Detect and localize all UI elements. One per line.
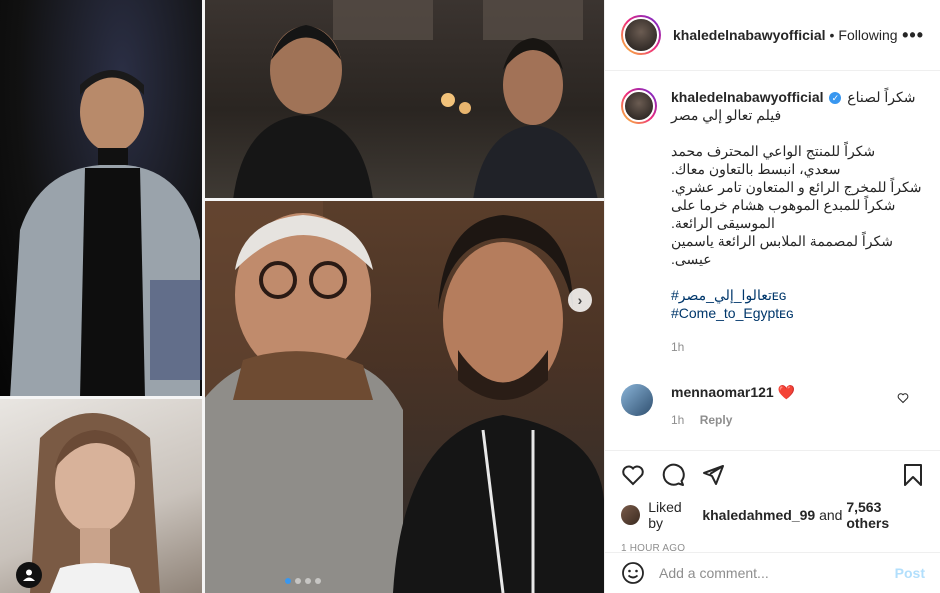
bookmark-icon[interactable]	[901, 463, 925, 487]
verified-badge-icon: ✓	[829, 92, 842, 105]
commenter-avatar[interactable]	[621, 384, 653, 416]
carousel-dot	[285, 578, 291, 584]
carousel-dot	[305, 578, 311, 584]
commenter-username[interactable]: mennaomar121	[671, 384, 774, 400]
comment-input[interactable]	[659, 565, 869, 581]
carousel-dot	[295, 578, 301, 584]
caption-time[interactable]: 1h	[671, 338, 925, 356]
red-heart-emoji: ❤️	[777, 384, 796, 400]
share-icon[interactable]	[701, 463, 725, 487]
likes-prefix: Liked by	[648, 499, 682, 531]
following-button[interactable]: Following	[838, 27, 897, 43]
carousel-dot	[315, 578, 321, 584]
comment-like-icon[interactable]	[897, 392, 909, 407]
photo-two-men-talking	[203, 0, 604, 200]
user-icon	[23, 569, 35, 581]
hashtag-link[interactable]: #Come_to_Egyptᴇɢ	[671, 304, 925, 322]
avatar[interactable]	[621, 15, 661, 55]
hashtag-link[interactable]: #تعالوا_إلي_مصرᴇɢ	[671, 286, 925, 304]
likes-count[interactable]: 7,563 others	[846, 499, 925, 531]
caption-paragraph: شكراً للمنتج الواعي المحترف محمد سعدي، ا…	[671, 142, 925, 268]
comment-time[interactable]: 1h	[671, 413, 684, 427]
separator-dot: •	[829, 27, 835, 43]
likes-and: and	[819, 507, 843, 523]
post-header: khaledelnabawyofficial • Following •••	[605, 0, 940, 71]
caption-line: شكراً لمصممة الملابس الرائعة ياسمين	[671, 233, 893, 249]
post-media[interactable]: ›	[0, 0, 604, 593]
post-sidebar: khaledelnabawyofficial • Following ••• k…	[604, 0, 940, 593]
carousel-indicator	[285, 578, 321, 584]
caption-line: شكراً للمبدع الموهوب هشام خرما على	[671, 197, 896, 213]
like-icon[interactable]	[621, 463, 645, 487]
reply-button[interactable]: Reply	[700, 413, 733, 427]
more-options-icon[interactable]: •••	[902, 25, 924, 46]
add-comment-bar: Post	[605, 552, 940, 593]
tagged-users-button[interactable]	[16, 562, 42, 588]
caption-intro-line: شكراً لصناع	[847, 89, 916, 105]
comments-section: khaledelnabawyofficial ✓ شكراً لصناع فيل…	[605, 72, 940, 450]
chevron-right-icon: ›	[577, 292, 583, 308]
caption-intro-line: فيلم تعالو إلي مصر	[671, 107, 782, 123]
author-username[interactable]: khaledelnabawyofficial	[673, 27, 826, 43]
caption-username[interactable]: khaledelnabawyofficial	[671, 89, 824, 105]
photo-two-men-selfie	[203, 200, 604, 593]
caption-line: شكراً للمنتج الواعي المحترف محمد	[671, 143, 876, 159]
caption: khaledelnabawyofficial ✓ شكراً لصناع فيل…	[621, 88, 925, 356]
caption-avatar[interactable]	[621, 88, 657, 124]
carousel-next-button[interactable]: ›	[568, 288, 592, 312]
caption-line: سعدي، انبسط بالتعاون معاك.	[671, 161, 841, 177]
liker-avatar[interactable]	[621, 505, 641, 525]
liker-username[interactable]: khaledahmed_99	[702, 507, 815, 523]
post-comment-button[interactable]: Post	[895, 565, 925, 581]
emoji-icon[interactable]	[621, 561, 645, 585]
photo-man-black-turtleneck	[0, 0, 203, 398]
caption-line: شكراً للمخرج الرائع و المتعاون تامر عشري…	[671, 179, 922, 195]
post-actions: Liked by khaledahmed_99 and 7,563 others…	[605, 450, 940, 554]
caption-line: الموسيقى الرائعة.	[671, 215, 775, 231]
caption-line: عيسى.	[671, 251, 712, 267]
comment-icon[interactable]	[661, 463, 685, 487]
likes-summary: Liked by khaledahmed_99 and 7,563 others	[621, 499, 925, 531]
comment: mennaomar121 ❤️ 1h Reply	[621, 384, 925, 427]
